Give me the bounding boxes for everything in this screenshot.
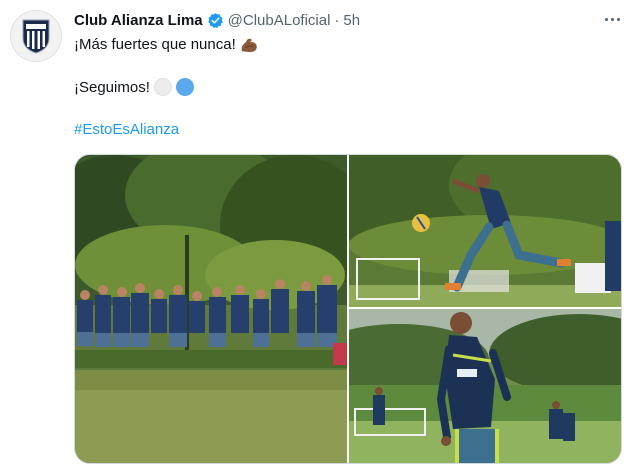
media-grid — [74, 154, 622, 464]
author-name[interactable]: Club Alianza Lima — [74, 12, 203, 29]
player-running-photo[interactable] — [349, 309, 621, 463]
tweet-line-3: #EstoEsAlianza — [74, 121, 179, 138]
more-dot-icon — [616, 17, 620, 21]
hashtag-link[interactable]: #EstoEsAlianza — [74, 121, 179, 138]
more-dot-icon — [604, 17, 608, 21]
avatar[interactable] — [10, 10, 62, 62]
team-huddle-image — [75, 155, 347, 463]
volley-kick-image — [349, 155, 621, 307]
team-huddle-photo[interactable] — [75, 155, 347, 463]
white-circle-icon — [153, 78, 172, 96]
tweet-line-2: ¡Seguimos! — [74, 78, 194, 96]
flexed-biceps-icon — [241, 38, 257, 52]
tweet-header: Club Alianza Lima @ClubALoficial · 5h — [74, 9, 360, 31]
more-dot-icon — [610, 17, 614, 21]
player-running-image — [349, 309, 621, 463]
verified-badge-icon — [207, 12, 223, 28]
more-options-button[interactable] — [600, 10, 624, 28]
timestamp[interactable]: 5h — [343, 12, 360, 29]
tweet-text-1: ¡Más fuertes que nunca! — [74, 36, 236, 53]
tweet-line-1: ¡Más fuertes que nunca! — [74, 36, 258, 53]
volley-kick-photo[interactable] — [349, 155, 621, 307]
alianza-crest-icon — [22, 19, 50, 54]
separator-dot: · — [334, 11, 340, 29]
tweet-text-2: ¡Seguimos! — [74, 78, 150, 96]
blue-circle-icon — [175, 78, 194, 96]
author-handle[interactable]: @ClubALoficial — [228, 12, 331, 29]
